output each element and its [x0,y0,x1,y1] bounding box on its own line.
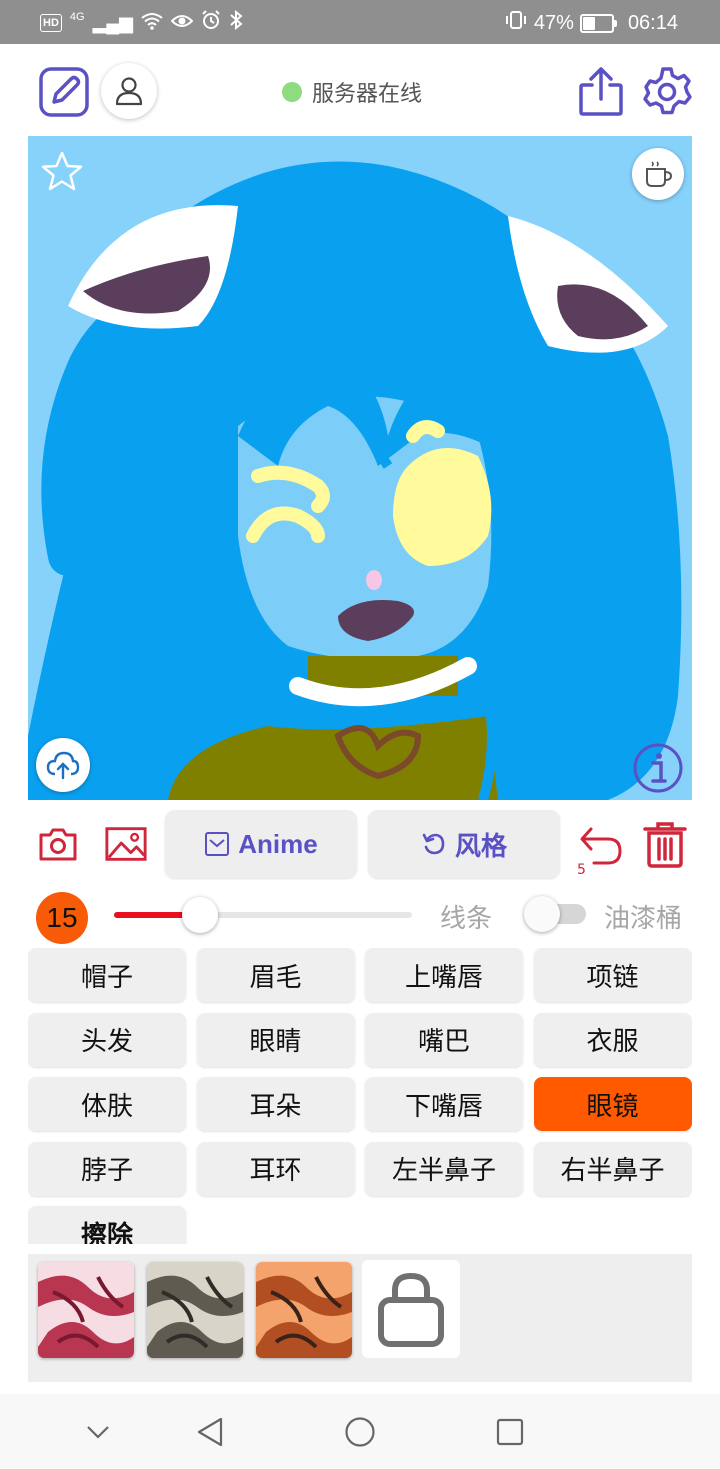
anime-button[interactable]: Anime [165,810,357,878]
style-thumbnail[interactable] [256,1262,352,1358]
server-status-label: 服务器在线 [312,82,423,107]
gallery-button[interactable] [104,822,148,866]
part-button[interactable]: 耳环 [196,1141,355,1196]
brush-size-slider-thumb[interactable] [182,897,219,933]
coffee-cup-icon [646,161,673,187]
bucket-toggle[interactable] [524,896,590,932]
star-icon [41,151,83,191]
bluetooth-icon [229,9,243,36]
anime-icon [205,832,230,856]
part-button[interactable]: 衣服 [533,1012,692,1067]
style-thumbnail-art [147,1262,243,1358]
part-button[interactable]: 眼睛 [196,1012,355,1067]
nav-home-button[interactable] [340,1414,380,1450]
part-button[interactable]: 擦除 [28,1206,186,1244]
style-thumbnail[interactable] [147,1262,243,1358]
network-type: 4G [69,11,85,23]
undo-count: 5 [577,862,586,878]
style-label: 风格 [454,830,507,861]
share-icon [579,67,623,116]
recents-square-icon [496,1418,524,1446]
coffee-button[interactable] [632,148,684,200]
brush-size-slider[interactable] [114,897,412,933]
style-button[interactable]: 风格 [368,810,560,878]
status-bar: HD 4G ▂▄▆ 47% 06:14 [0,0,720,44]
server-status-dot [282,82,302,102]
lock-icon [378,1272,444,1347]
bucket-label: 油漆桶 [604,904,683,934]
clock: 06:14 [627,11,678,34]
nav-back-button[interactable] [190,1414,230,1450]
style-thumbnail-art [38,1262,134,1358]
refresh-icon [422,833,445,855]
camera-button[interactable] [36,822,80,866]
locked-styles-button[interactable] [362,1260,460,1358]
canvas-drawing [28,161,682,800]
part-button[interactable]: 左半鼻子 [365,1141,523,1196]
part-button[interactable]: 帽子 [28,948,186,1002]
cloud-upload-button[interactable] [36,738,90,792]
part-button[interactable]: 脖子 [28,1141,186,1196]
share-button[interactable] [576,64,626,118]
part-button[interactable]: 右半鼻子 [533,1141,692,1196]
undo-icon [580,827,622,865]
part-button[interactable]: 嘴巴 [365,1012,523,1067]
settings-button[interactable] [641,66,693,118]
info-icon [633,743,683,793]
app-header: 服务器在线 [0,44,720,136]
favorite-button[interactable] [40,150,84,194]
drawing-canvas[interactable] [28,136,692,800]
image-icon [105,827,147,861]
gear-icon [643,67,692,115]
info-button[interactable] [632,742,684,794]
wifi-icon [141,12,163,35]
hd-indicator: HD [40,14,62,32]
parts-grid: 帽子 眉毛 上嘴唇 项链头发 眼睛 嘴巴 衣服体肤 耳朵 下嘴唇 眼镜脖子 耳环 左半鼻子 右半鼻子擦除 [28,948,692,1244]
camera-icon [39,828,77,861]
style-thumbnails [28,1254,692,1382]
part-button[interactable]: 下嘴唇 [365,1077,523,1131]
trash-icon [643,822,687,868]
back-triangle-icon [197,1417,223,1447]
style-thumbnail-art [256,1262,352,1358]
server-status: 服务器在线 [282,76,422,108]
battery-level [582,16,595,30]
part-button[interactable]: 头发 [28,1012,186,1067]
clear-button[interactable] [638,822,692,868]
part-button[interactable]: 眼镜 [533,1077,692,1131]
undo-button[interactable]: 5 [572,822,626,878]
edit-icon [39,67,89,117]
battery-icon [579,13,617,33]
system-nav-bar [0,1394,720,1469]
chevron-down-icon [87,1426,109,1439]
tool-bar: Anime 风格 5 [0,806,720,882]
nav-recents-button[interactable] [490,1414,530,1450]
lines-label: 线条 [440,904,493,934]
status-right: 47% 06:14 [504,10,678,36]
anime-label: Anime [238,828,318,859]
part-button[interactable]: 上嘴唇 [365,948,523,1002]
part-button[interactable]: 项链 [533,948,692,1002]
style-thumbnail[interactable] [38,1262,134,1358]
brush-controls: 15 线条 油漆桶 [0,886,720,944]
user-icon [115,77,143,106]
nav-hide-button[interactable] [78,1414,118,1450]
eye-icon [170,12,194,35]
account-button[interactable] [101,63,157,119]
signal-icon: ▂▄▆ [92,12,134,33]
edit-button[interactable] [38,66,90,118]
battery-percent: 47% [533,11,574,34]
part-button[interactable]: 耳朵 [196,1077,355,1131]
alarm-icon [201,10,221,36]
part-button[interactable]: 眉毛 [196,948,355,1002]
cloud-upload-icon [46,751,80,780]
brush-size-badge: 15 [36,892,88,944]
vibrate-icon [504,10,528,36]
bucket-toggle-knob [524,896,560,932]
status-left: HD 4G ▂▄▆ [40,9,243,36]
part-button[interactable]: 体肤 [28,1077,186,1131]
home-circle-icon [345,1417,375,1447]
